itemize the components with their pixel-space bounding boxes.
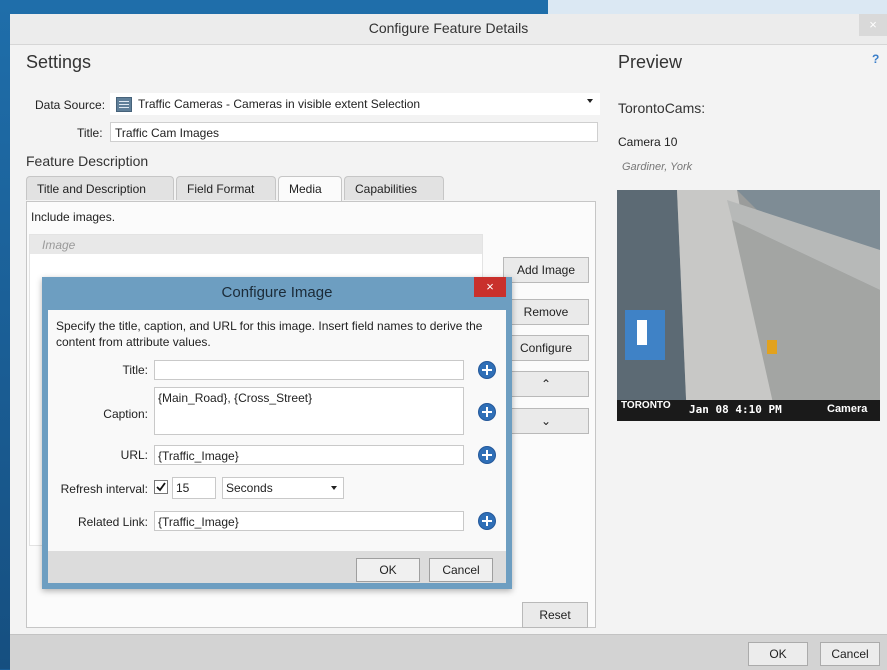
configure-image-footer: OK Cancel [48, 551, 506, 583]
image-list-header: Image [30, 235, 482, 254]
data-source-value: Traffic Cameras - Cameras in visible ext… [138, 97, 421, 111]
refresh-unit-value: Seconds [226, 481, 273, 495]
title-label: Title: [77, 126, 103, 140]
dialog-titlebar: Configure Feature Details × [10, 14, 887, 45]
url-label: URL: [120, 448, 148, 462]
chevron-down-icon [331, 486, 337, 490]
camera-datetime: Jan 08 4:10 PM [689, 403, 782, 416]
insert-field-caption-button[interactable] [478, 403, 496, 421]
dialog-close-button[interactable]: × [859, 14, 887, 36]
ok-button[interactable]: OK [748, 642, 808, 666]
refresh-interval-checkbox[interactable] [154, 480, 168, 494]
configure-image-title: Configure Image [221, 284, 333, 301]
image-title-label: Title: [122, 363, 148, 377]
preview-layer-name: TorontoCams: [618, 100, 706, 116]
insert-field-url-button[interactable] [478, 446, 496, 464]
layer-table-icon [116, 97, 132, 112]
title-input[interactable]: Traffic Cam Images [110, 122, 598, 142]
configure-image-dialog: Configure Image × Specify the title, cap… [42, 277, 512, 589]
related-link-input[interactable]: {Traffic_Image} [154, 511, 464, 531]
add-image-button[interactable]: Add Image [503, 257, 589, 283]
move-up-button[interactable]: ⌃ [503, 371, 589, 397]
help-icon[interactable]: ? [872, 52, 879, 66]
url-input[interactable]: {Traffic_Image} [154, 445, 464, 465]
image-title-input[interactable] [154, 360, 464, 380]
configure-image-description: Specify the title, caption, and URL for … [56, 319, 483, 349]
caption-input[interactable]: {Main_Road}, {Cross_Street} [154, 387, 464, 435]
feature-description-heading: Feature Description [26, 153, 149, 169]
insert-field-related-link-button[interactable] [478, 512, 496, 530]
remove-button[interactable]: Remove [503, 299, 589, 325]
settings-heading: Settings [26, 52, 92, 72]
related-link-label: Related Link: [77, 515, 148, 529]
data-source-label: Data Source: [35, 98, 106, 112]
configure-image-cancel-button[interactable]: Cancel [429, 558, 493, 582]
tab-title-and-description[interactable]: Title and Description [26, 176, 174, 200]
checkmark-icon [156, 482, 166, 492]
data-source-select[interactable]: Traffic Cameras - Cameras in visible ext… [110, 93, 600, 115]
caption-label: Caption: [103, 407, 148, 421]
configure-image-ok-button[interactable]: OK [356, 558, 420, 582]
insert-field-title-button[interactable] [478, 361, 496, 379]
configure-image-body: Specify the title, caption, and URL for … [48, 310, 506, 551]
reset-button[interactable]: Reset [522, 602, 588, 628]
refresh-interval-input[interactable]: 15 [172, 477, 216, 499]
dialog-footer: OK Cancel [10, 634, 887, 670]
tab-field-format[interactable]: Field Format [176, 176, 276, 200]
tab-capabilities[interactable]: Capabilities [344, 176, 444, 200]
desktop-highlight [548, 0, 887, 14]
configure-image-close-button[interactable]: × [474, 277, 506, 297]
camera-scene [617, 190, 880, 421]
preview-camera-title: Camera 10 [618, 135, 678, 149]
refresh-unit-select[interactable]: Seconds [222, 477, 344, 499]
preview-heading: Preview [618, 52, 683, 72]
camera-label: Camera [827, 403, 868, 415]
include-images-text: Include images. [31, 210, 116, 224]
camera-logo: TORONTO [621, 400, 671, 411]
dialog-title: Configure Feature Details [368, 20, 529, 36]
refresh-interval-label: Refresh interval: [60, 482, 148, 496]
preview-camera-subtitle: Gardiner, York [622, 161, 693, 173]
tab-media[interactable]: Media [278, 176, 342, 202]
cancel-button[interactable]: Cancel [820, 642, 880, 666]
move-down-button[interactable]: ⌄ [503, 408, 589, 434]
traffic-camera-image: TORONTO Jan 08 4:10 PM Camera [617, 190, 880, 421]
configure-button[interactable]: Configure [503, 335, 589, 361]
chevron-down-icon [587, 99, 593, 103]
